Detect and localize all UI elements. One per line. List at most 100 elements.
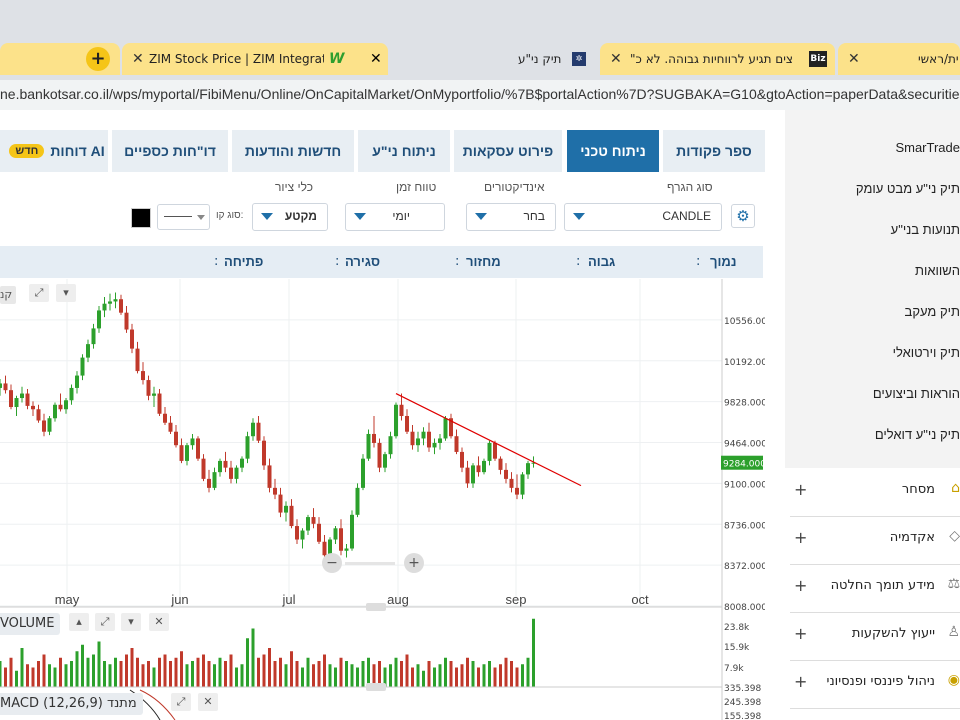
candle-body <box>295 526 299 540</box>
candle-body <box>25 393 30 406</box>
candle-body <box>36 409 41 421</box>
sidebar-link-watchlist[interactable]: תיק מעקב <box>905 304 960 319</box>
close-tab-icon[interactable]: ✕ <box>370 51 382 67</box>
sidebar-link-orders[interactable]: הוראות וביצועים <box>873 386 960 401</box>
volume-bar <box>246 638 249 687</box>
candle-body <box>256 422 261 441</box>
sidebar-section-decision-info[interactable]: + מידע תומך החלטה ⚖ <box>790 564 960 613</box>
close-tab-icon[interactable]: ✕ <box>848 51 860 67</box>
volume-tick-label: 7.9k <box>724 664 744 674</box>
zoom-in-button[interactable]: + <box>404 553 424 573</box>
selected-value: CANDLE <box>662 209 711 223</box>
tab-order-book[interactable]: ספר פקודות <box>663 130 765 172</box>
chart-type-select[interactable]: CANDLE <box>564 203 722 231</box>
candle-body <box>454 436 459 452</box>
expand-icon[interactable]: + <box>794 672 807 691</box>
candle-body <box>504 469 508 479</box>
url-text[interactable]: ne.bankotsar.co.il/wps/myportal/FibiMenu… <box>0 86 960 102</box>
candle-body <box>113 299 118 302</box>
tab-financial-reports[interactable]: דו"חות כספיים <box>112 130 228 172</box>
volume-bar <box>180 651 183 687</box>
volume-bar <box>504 657 508 687</box>
volume-bar <box>499 664 502 687</box>
volume-bar <box>295 661 299 687</box>
sidebar-link-movements[interactable]: תנועות בני"ע <box>891 222 960 237</box>
expand-icon[interactable]: + <box>794 528 807 547</box>
line-color-swatch[interactable] <box>131 208 151 228</box>
candle-body <box>9 390 13 408</box>
close-icon[interactable]: ✕ <box>198 693 218 711</box>
expand-icon[interactable]: ⤢ <box>29 284 49 302</box>
browser-tab-zim[interactable]: ✕ ZIM Stock Price | ZIM Integrated W <box>122 43 388 75</box>
draw-tool-select[interactable]: מקטע <box>252 203 328 231</box>
new-tab-button[interactable]: + <box>86 47 110 71</box>
settings-gear-icon[interactable]: ⚙ <box>731 204 755 228</box>
close-icon[interactable]: ✕ <box>149 613 169 631</box>
right-sidebar: SmarTrade תיק ני"ע מבט עומק תנועות בני"ע… <box>785 110 960 720</box>
timeframe-select[interactable]: יומי <box>345 203 445 231</box>
expand-icon[interactable]: + <box>794 576 807 595</box>
sidebar-link-depth[interactable]: תיק ני"ע מבט עומק <box>856 181 960 196</box>
volume-bar <box>312 664 315 687</box>
arrow-up-icon[interactable]: ▴ <box>69 613 89 631</box>
selected-value: מקטע <box>284 209 317 223</box>
arrow-down-icon[interactable]: ▾ <box>121 613 141 631</box>
expand-icon[interactable]: + <box>794 624 807 643</box>
tab-news[interactable]: חדשות והודעות <box>232 130 354 172</box>
sidebar-section-financial[interactable]: + ניהול פיננסי ופנסיוני ◉ <box>790 660 960 709</box>
candle-body <box>443 418 448 439</box>
sidebar-link-dual[interactable]: תיק ני"ע דואלים <box>875 427 960 442</box>
expand-icon[interactable]: ⤢ <box>95 613 115 631</box>
price-tick-label: 9464.000 <box>724 440 765 450</box>
arrow-down-icon[interactable]: ▾ <box>56 284 76 302</box>
volume-bar <box>438 664 442 687</box>
candle-body <box>306 517 310 531</box>
price-chart[interactable]: 10556.00 10192.00 9828.000 9464.000 9100.000… <box>0 279 765 720</box>
volume-bar <box>4 667 7 687</box>
browser-tab-biz[interactable]: ✕ "צים תגיע לרווחיות גבוהה. לא כ Biz <box>600 43 835 75</box>
sidebar-link-comparisons[interactable]: השוואות <box>915 263 960 278</box>
volume-bar <box>290 651 293 687</box>
browser-tab-home[interactable]: ✕ ית/ראשי <box>838 43 960 75</box>
candle-body <box>102 303 107 311</box>
tab-ai-reports[interactable]: חדש דוחות AI <box>0 130 108 172</box>
expand-icon[interactable]: ⤢ <box>171 693 191 711</box>
zoom-slider[interactable] <box>345 562 395 565</box>
tab-security-analysis[interactable]: ניתוח ני"ע <box>358 130 450 172</box>
close-tab-icon[interactable]: ✕ <box>132 51 144 67</box>
sidebar-link-virtual[interactable]: תיק וירטואלי <box>893 345 960 360</box>
zoom-out-button[interactable]: − <box>322 553 342 573</box>
chart-label-tag: קנ <box>0 286 16 304</box>
sidebar-link-smartrade[interactable]: SmarTrade <box>895 140 960 155</box>
sidebar-section-trading[interactable]: + מסחר ⌂ <box>790 468 960 517</box>
tab-trades-detail[interactable]: פירוט עסקאות <box>454 130 562 172</box>
browser-tab-newtab-area: + <box>0 43 120 75</box>
volume-bar <box>328 664 332 687</box>
volume-bar <box>273 661 277 687</box>
close-tab-icon[interactable]: ✕ <box>610 51 622 67</box>
sidebar-section-advisory[interactable]: + ייעוץ להשקעות ♙ <box>790 612 960 661</box>
close-value: : <box>335 254 340 269</box>
candle-body <box>471 465 475 484</box>
volume-bar <box>433 667 436 687</box>
sidebar-section-academy[interactable]: + אקדמיה ◇ <box>790 516 960 565</box>
w-logo-icon: W <box>329 51 345 67</box>
chevron-down-icon <box>197 215 205 220</box>
low-value: : <box>696 254 701 269</box>
browser-tab-portfolio[interactable]: תיק ני"ע ✲ <box>400 43 598 75</box>
volume-bar <box>174 657 178 687</box>
address-bar[interactable]: ne.bankotsar.co.il/wps/myportal/FibiMenu… <box>0 80 960 110</box>
indicators-select[interactable]: בחר <box>466 203 556 231</box>
volume-bar <box>306 657 310 687</box>
expand-icon[interactable]: + <box>794 480 807 499</box>
line-style-select[interactable] <box>157 204 210 230</box>
tab-technical-analysis[interactable]: ניתוח טכני <box>567 130 659 172</box>
section-label: מידע תומך החלטה <box>830 578 935 593</box>
volume-bar <box>130 648 134 687</box>
volume-bar <box>163 654 167 687</box>
open-value: : <box>214 254 219 269</box>
volume-bar <box>185 664 189 687</box>
volume-bar <box>251 628 255 687</box>
tab-label: דוחות AI <box>50 143 105 159</box>
section-label: מסחר <box>901 482 935 497</box>
